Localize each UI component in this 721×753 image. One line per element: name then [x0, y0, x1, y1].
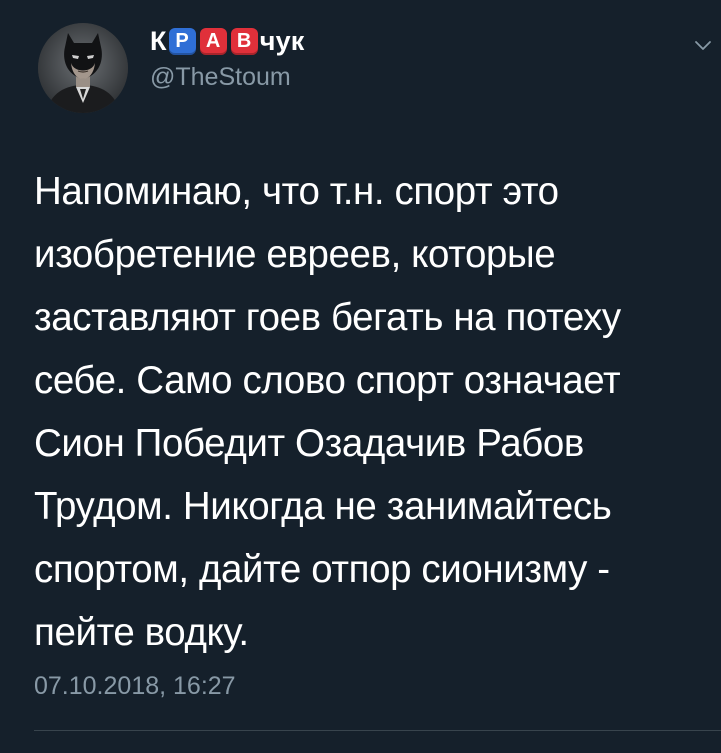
tweet-text-line: заставляют гоев бегать на потеху: [34, 296, 621, 339]
tweet-text-line: пейте водку.: [34, 611, 249, 654]
author-name[interactable]: К Р А В чук: [150, 24, 305, 58]
tweet-timestamp[interactable]: 07.10.2018, 16:27: [34, 672, 236, 701]
avatar[interactable]: [38, 23, 128, 113]
tweet-text-line: Напоминаю, что т.н. спорт это: [34, 170, 559, 213]
tweet-text-line: спортом, дайте отпор сионизму -: [34, 548, 610, 591]
author-name-prefix: К: [150, 25, 167, 56]
author-handle[interactable]: @TheStoum: [150, 63, 291, 92]
author-name-tile-v: В: [230, 27, 258, 55]
chevron-down-icon[interactable]: [694, 38, 712, 52]
tweet-card: К Р А В чук @TheStoum Напоминаю, что т.н…: [0, 0, 721, 753]
tweet-text-line: Трудом. Никогда не занимайтесь: [34, 485, 612, 528]
tweet-text-line: изобретение евреев, которые: [34, 233, 556, 276]
author-name-suffix: чук: [259, 25, 305, 56]
tweet-text-line: себе. Само слово спорт означает: [34, 359, 621, 402]
tweet-text-line: Сион Победит Озадачив Рабов: [34, 422, 584, 465]
batman-mask-avatar-icon: [38, 23, 128, 113]
divider: [34, 730, 721, 731]
author-name-tile-r: Р: [168, 27, 196, 55]
tweet-text: Напоминаю, что т.н. спорт это изобретени…: [34, 160, 694, 664]
author-name-tile-a: А: [199, 27, 227, 55]
